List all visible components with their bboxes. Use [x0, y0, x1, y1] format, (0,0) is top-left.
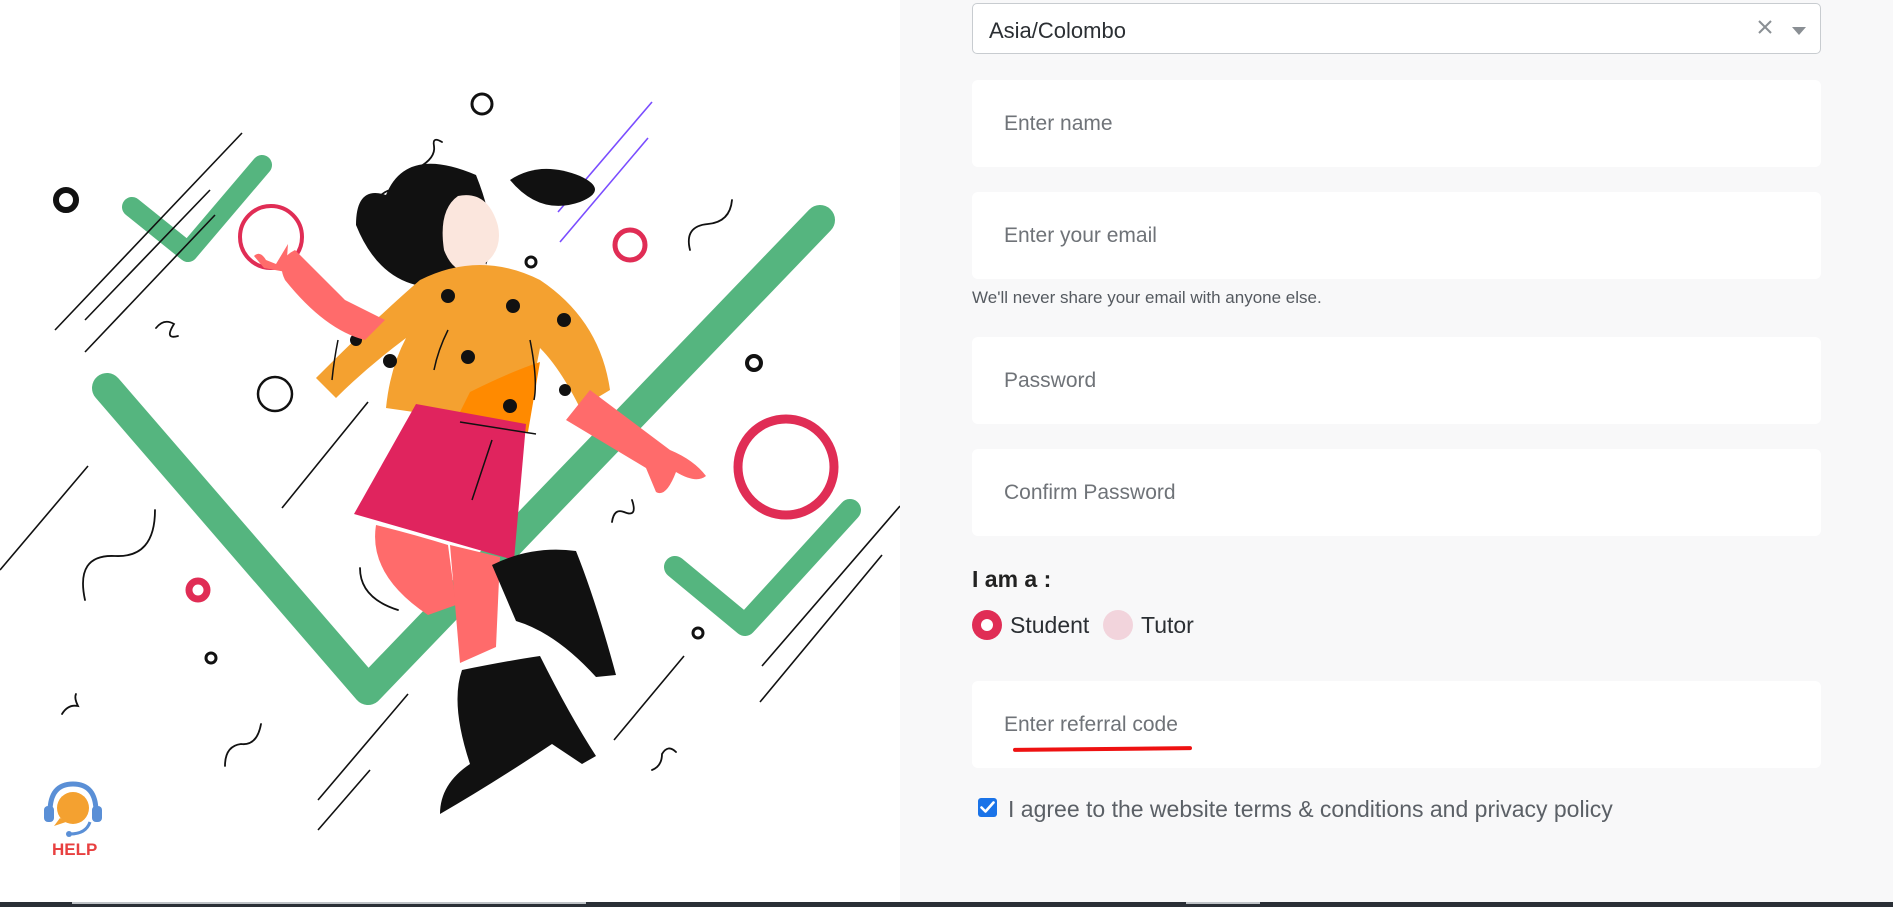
role-label: I am a :	[972, 566, 1052, 592]
terms-checkbox[interactable]	[978, 798, 997, 817]
check-icon	[980, 801, 995, 813]
illustration-pane: HELP	[0, 0, 900, 907]
referral-input[interactable]	[972, 681, 1821, 768]
headset-icon	[44, 781, 102, 837]
small-green-check-left	[122, 155, 272, 262]
password-field[interactable]	[972, 337, 1821, 424]
timezone-value: Asia/Colombo	[989, 18, 1126, 43]
help-label: HELP	[52, 840, 98, 859]
signup-illustration	[0, 92, 900, 831]
email-help-text: We'll never share your email with anyone…	[972, 288, 1322, 307]
email-field[interactable]	[972, 192, 1821, 279]
help-widget[interactable]: HELP	[40, 778, 106, 864]
referral-field[interactable]	[972, 681, 1821, 768]
confirm-password-field[interactable]	[972, 449, 1821, 536]
caret-down-icon[interactable]	[1790, 26, 1808, 36]
confirm-password-input[interactable]	[972, 449, 1821, 536]
password-input[interactable]	[972, 337, 1821, 424]
signup-form-pane: Asia/Colombo We'll never share your emai…	[900, 0, 1893, 902]
name-input[interactable]	[972, 80, 1821, 167]
radio-tutor-label: Tutor	[1141, 612, 1194, 638]
scrollbar-segment	[72, 902, 586, 904]
radio-student-control[interactable]	[972, 610, 1002, 640]
scrollbar-segment	[1186, 902, 1260, 904]
name-field[interactable]	[972, 80, 1821, 167]
close-icon[interactable]	[1754, 16, 1776, 38]
terms-label: I agree to the website terms & condition…	[1008, 796, 1613, 822]
email-input[interactable]	[972, 192, 1821, 279]
radio-student-label: Student	[1010, 612, 1090, 638]
small-green-check-right	[664, 499, 861, 636]
radio-tutor-control[interactable]	[1103, 610, 1133, 640]
timezone-select[interactable]: Asia/Colombo	[972, 3, 1821, 54]
